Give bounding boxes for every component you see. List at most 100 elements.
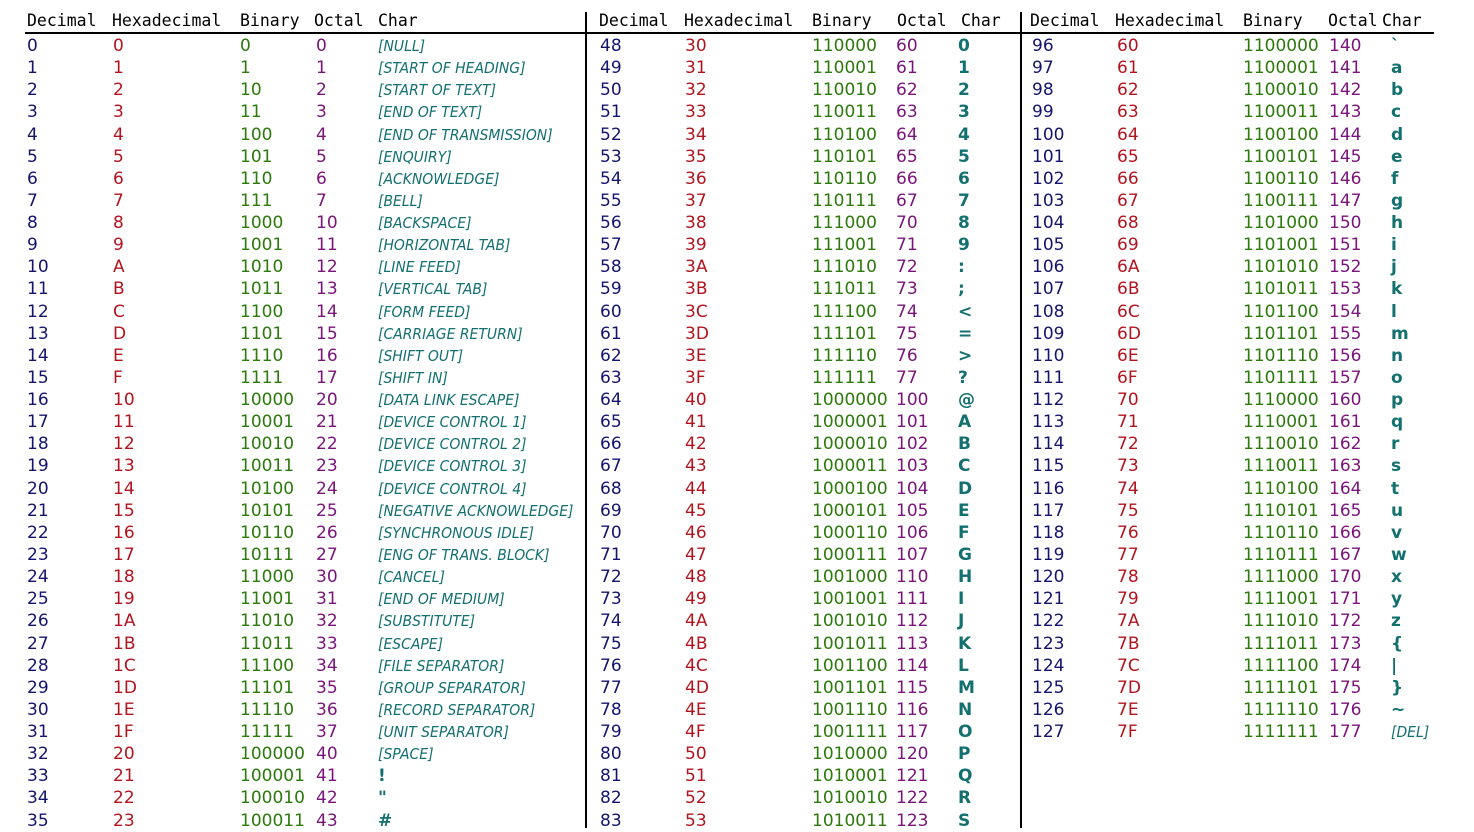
char-cell: 9 (958, 235, 970, 255)
hexadecimal-cell: 15 (113, 501, 135, 521)
hexadecimal-cell: 64 (1117, 125, 1139, 145)
binary-cell: 1110010 (1243, 434, 1319, 454)
binary-cell: 1010010 (812, 788, 888, 808)
char-cell: [SHIFT OUT] (378, 347, 464, 365)
octal-cell: 175 (1329, 678, 1362, 698)
char-cell: p (1391, 390, 1404, 410)
binary-cell: 1001111 (812, 722, 888, 742)
binary-cell: 1111000 (1243, 567, 1319, 587)
char-cell: @ (958, 390, 975, 410)
decimal-cell: 114 (1032, 434, 1065, 454)
hexadecimal-cell: 75 (1117, 501, 1139, 521)
octal-cell: 75 (896, 324, 918, 344)
decimal-cell: 59 (600, 279, 622, 299)
decimal-cell: 102 (1032, 169, 1065, 189)
octal-cell: 61 (896, 58, 918, 78)
decimal-cell: 70 (600, 523, 622, 543)
hexadecimal-cell: 3E (685, 346, 707, 366)
char-cell: d (1391, 125, 1404, 145)
column-header-hexadecimal: Hexadecimal (1115, 11, 1225, 30)
binary-cell: 1100 (240, 302, 284, 322)
binary-cell: 1101110 (1243, 346, 1319, 366)
octal-cell: 10 (316, 213, 338, 233)
char-cell: { (1391, 634, 1404, 654)
hexadecimal-cell: 7D (1117, 678, 1141, 698)
hexadecimal-cell: 31 (685, 58, 707, 78)
octal-cell: 23 (316, 456, 338, 476)
hexadecimal-cell: 78 (1117, 567, 1139, 587)
char-cell: # (378, 811, 393, 831)
hexadecimal-cell: 37 (685, 191, 707, 211)
octal-cell: 147 (1329, 191, 1362, 211)
decimal-cell: 113 (1032, 412, 1065, 432)
hexadecimal-cell: 13 (113, 456, 135, 476)
decimal-cell: 58 (600, 257, 622, 277)
octal-cell: 121 (896, 766, 929, 786)
binary-cell: 111110 (812, 346, 877, 366)
char-cell: > (958, 346, 973, 366)
column-header-hexadecimal: Hexadecimal (684, 11, 794, 30)
hexadecimal-cell: 68 (1117, 213, 1139, 233)
hexadecimal-cell: 4D (685, 678, 709, 698)
hexadecimal-cell: 22 (113, 788, 135, 808)
octal-cell: 72 (896, 257, 918, 277)
hexadecimal-cell: 51 (685, 766, 707, 786)
hexadecimal-cell: 10 (113, 390, 135, 410)
decimal-cell: 117 (1032, 501, 1065, 521)
decimal-cell: 54 (600, 169, 622, 189)
octal-cell: 43 (316, 811, 338, 831)
hexadecimal-cell: 23 (113, 811, 135, 831)
char-cell: [SHIFT IN] (378, 369, 448, 387)
decimal-cell: 72 (600, 567, 622, 587)
char-cell: j (1391, 257, 1397, 277)
hexadecimal-cell: F (113, 368, 123, 388)
char-cell: M (958, 678, 975, 698)
hexadecimal-cell: 45 (685, 501, 707, 521)
hexadecimal-cell: 65 (1117, 147, 1139, 167)
char-cell: 5 (958, 147, 970, 167)
hexadecimal-cell: 40 (685, 390, 707, 410)
binary-cell: 1111100 (1243, 656, 1319, 676)
decimal-cell: 12 (27, 302, 49, 322)
hexadecimal-cell: 73 (1117, 456, 1139, 476)
binary-cell: 1111001 (1243, 589, 1319, 609)
decimal-cell: 17 (27, 412, 49, 432)
decimal-cell: 57 (600, 235, 622, 255)
decimal-cell: 80 (600, 744, 622, 764)
binary-cell: 1100000 (1243, 36, 1319, 56)
binary-cell: 1000001 (812, 412, 888, 432)
binary-cell: 100 (240, 125, 273, 145)
hexadecimal-cell: B (113, 279, 125, 299)
decimal-cell: 26 (27, 611, 49, 631)
binary-cell: 10110 (240, 523, 295, 543)
char-cell: [CARRIAGE RETURN] (378, 325, 523, 343)
binary-cell: 1101010 (1243, 257, 1319, 277)
binary-cell: 11011 (240, 634, 295, 654)
octal-cell: 4 (316, 125, 327, 145)
binary-cell: 110000 (812, 36, 877, 56)
octal-cell: 114 (896, 656, 929, 676)
octal-cell: 115 (896, 678, 929, 698)
decimal-cell: 3 (27, 102, 38, 122)
char-cell: z (1391, 611, 1401, 631)
hexadecimal-cell: 4 (113, 125, 124, 145)
column-header-char: Char (378, 11, 418, 30)
column-header-binary: Binary (1243, 11, 1303, 30)
hexadecimal-cell: 0 (113, 36, 124, 56)
char-cell: 8 (958, 213, 970, 233)
decimal-cell: 19 (27, 456, 49, 476)
char-cell: [DATA LINK ESCAPE] (378, 391, 520, 409)
hexadecimal-cell: 47 (685, 545, 707, 565)
binary-cell: 110011 (812, 102, 877, 122)
binary-cell: 1000010 (812, 434, 888, 454)
hexadecimal-cell: 6F (1117, 368, 1138, 388)
char-cell: [SPACE] (378, 745, 434, 763)
char-cell: [NEGATIVE ACKNOWLEDGE] (378, 502, 574, 520)
hexadecimal-cell: 48 (685, 567, 707, 587)
decimal-cell: 79 (600, 722, 622, 742)
hexadecimal-cell: 39 (685, 235, 707, 255)
column-header-binary: Binary (812, 11, 872, 30)
binary-cell: 1001101 (812, 678, 888, 698)
octal-cell: 101 (896, 412, 929, 432)
decimal-cell: 61 (600, 324, 622, 344)
